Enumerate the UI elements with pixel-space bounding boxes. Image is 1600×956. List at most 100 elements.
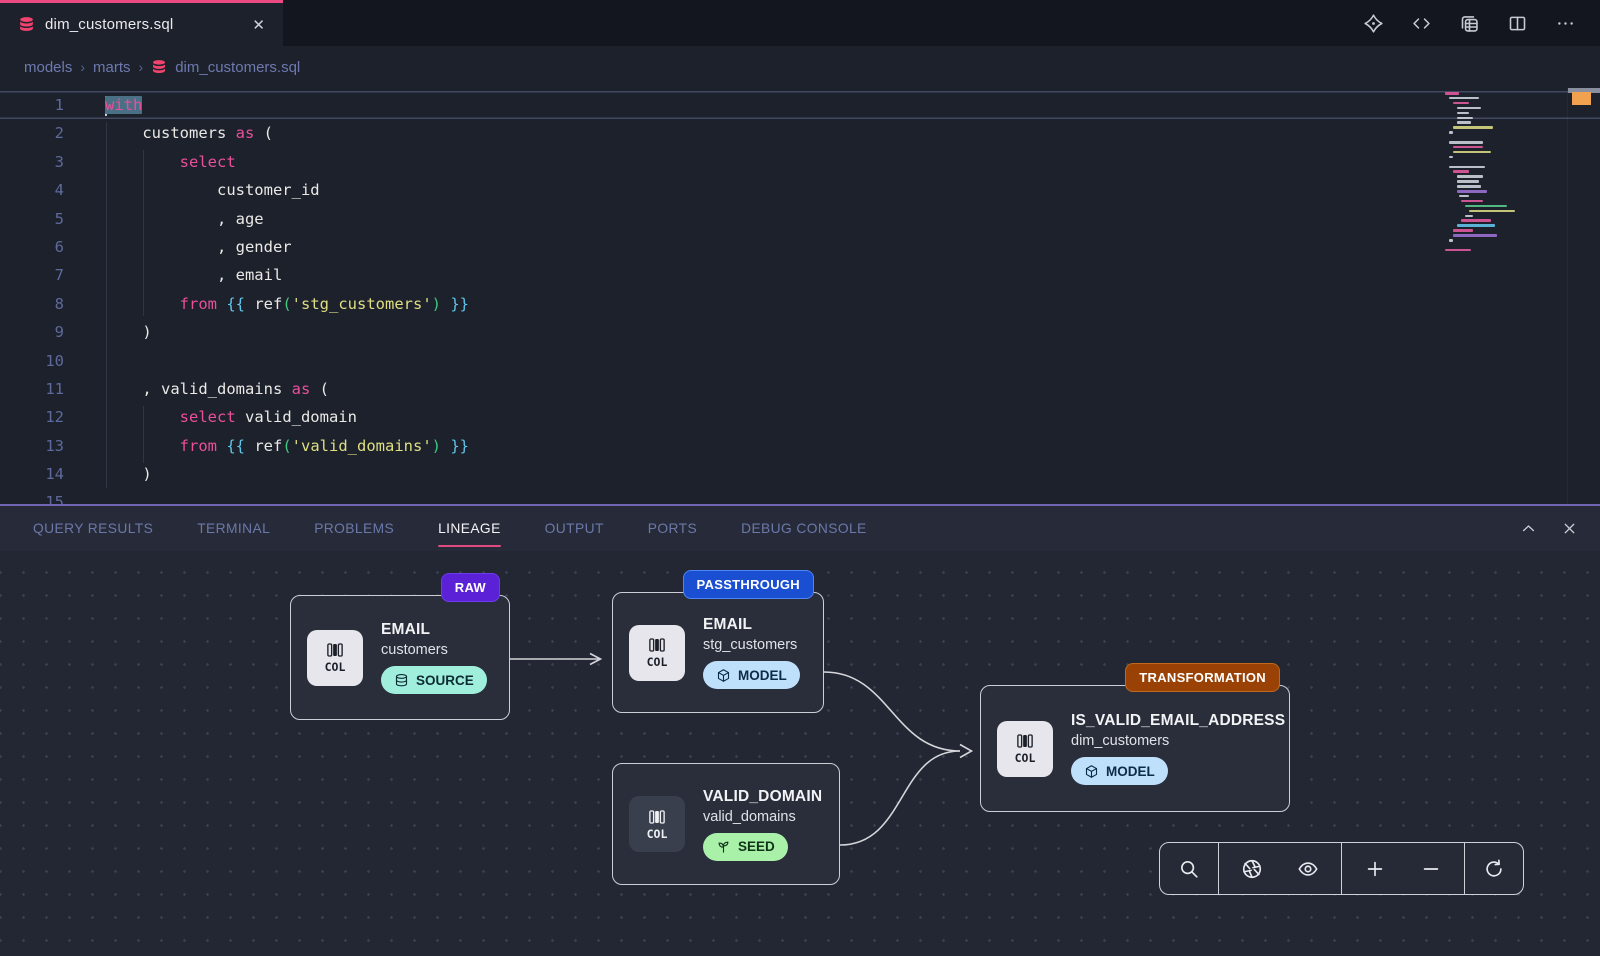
ruler-selection-marker <box>1572 92 1591 105</box>
code-line[interactable]: 10 <box>0 347 1600 375</box>
col-icon <box>1015 732 1035 750</box>
code-text: select <box>64 148 236 176</box>
editor-tab-dim-customers[interactable]: dim_customers.sql ✕ <box>0 0 283 46</box>
column-icon: COL <box>307 630 363 686</box>
code-text: with <box>64 91 142 119</box>
lineage-status-badge: TRANSFORMATION <box>1125 663 1280 692</box>
tab-title: dim_customers.sql <box>45 16 238 33</box>
lineage-canvas[interactable]: RAWCOLEMAILcustomersSOURCEPASSTHROUGHCOL… <box>0 551 1600 956</box>
code-text: customers as ( <box>64 119 273 147</box>
panel-tab-debug-console[interactable]: DEBUG CONSOLE <box>741 517 867 540</box>
panel-tab-ports[interactable]: PORTS <box>648 517 697 540</box>
minimap[interactable] <box>1445 92 1545 262</box>
query-results-icon[interactable] <box>1459 13 1480 34</box>
code-line[interactable]: 11 , valid_domains as ( <box>0 375 1600 403</box>
zoom-in-icon <box>1364 858 1386 880</box>
zoom-in-button[interactable] <box>1353 843 1397 894</box>
code-editor[interactable]: 1with2 customers as (3 select4 customer_… <box>0 88 1600 504</box>
model-name: dim_customers <box>1071 733 1285 749</box>
code-line[interactable]: 12 select valid_domain <box>0 403 1600 431</box>
lineage-status-badge: RAW <box>441 573 500 602</box>
lineage-node-dim_customers[interactable]: TRANSFORMATIONCOLIS_VALID_EMAIL_ADDRESSd… <box>980 685 1290 812</box>
breadcrumb-file[interactable]: dim_customers.sql <box>175 59 300 76</box>
zoom-out-button[interactable] <box>1409 843 1453 894</box>
code-line[interactable]: 7 , email <box>0 261 1600 289</box>
code-text: ) <box>64 460 152 488</box>
breadcrumb-marts[interactable]: marts <box>93 59 131 76</box>
line-number: 12 <box>0 403 64 431</box>
tab-bar: dim_customers.sql ✕ <box>0 0 1600 46</box>
search-button[interactable] <box>1167 843 1211 894</box>
line-number: 9 <box>0 318 64 346</box>
code-line[interactable]: 15 <box>0 488 1600 504</box>
lineage-node-valid_domains[interactable]: COLVALID_DOMAINvalid_domainsSEED <box>612 763 840 885</box>
code-line[interactable]: 2 customers as ( <box>0 119 1600 147</box>
database-icon <box>394 673 409 688</box>
code-line[interactable]: 14 ) <box>0 460 1600 488</box>
line-number: 1 <box>0 91 64 119</box>
overview-ruler[interactable] <box>1567 88 1600 504</box>
indent-guide <box>143 406 144 463</box>
aperture-button[interactable] <box>1230 843 1274 894</box>
editor: models › marts › dim_customers.sql 1with… <box>0 46 1600 504</box>
code-line[interactable]: 9 ) <box>0 318 1600 346</box>
indent-guide <box>143 150 144 316</box>
toolbar-group <box>1218 843 1341 894</box>
panel-tab-problems[interactable]: PROBLEMS <box>314 517 394 540</box>
node-type-badge: SOURCE <box>381 666 487 694</box>
code-text: customer_id <box>64 176 320 204</box>
panel-tab-query-results[interactable]: QUERY RESULTS <box>33 517 153 540</box>
refresh-button[interactable] <box>1472 843 1516 894</box>
toolbar-group <box>1341 843 1464 894</box>
split-editor-icon[interactable] <box>1507 13 1528 34</box>
col-icon <box>647 808 667 826</box>
column-name: IS_VALID_EMAIL_ADDRESS <box>1071 712 1285 730</box>
column-name: EMAIL <box>703 616 800 634</box>
toolbar-group <box>1160 843 1218 894</box>
cube-icon <box>1084 764 1099 779</box>
code-icon[interactable] <box>1411 13 1432 34</box>
panel-tab-terminal[interactable]: TERMINAL <box>197 517 270 540</box>
dbt-icon[interactable] <box>1363 13 1384 34</box>
column-icon: COL <box>629 796 685 852</box>
tab-close-icon[interactable]: ✕ <box>248 14 269 36</box>
code-line[interactable]: 8 from {{ ref('stg_customers') }} <box>0 290 1600 318</box>
more-actions-icon[interactable] <box>1555 13 1576 34</box>
line-number: 2 <box>0 119 64 147</box>
code-line[interactable]: 6 , gender <box>0 233 1600 261</box>
panel-action-bar <box>1520 520 1600 537</box>
code-text: , gender <box>64 233 292 261</box>
toolbar-group <box>1464 843 1523 894</box>
col-icon <box>325 641 345 659</box>
code-line[interactable]: 13 from {{ ref('valid_domains') }} <box>0 432 1600 460</box>
panel-tab-lineage[interactable]: LINEAGE <box>438 517 501 540</box>
code-text <box>64 488 105 504</box>
panel-tabs: QUERY RESULTS TERMINAL PROBLEMS LINEAGE OUTP… <box>33 517 867 540</box>
model-name: valid_domains <box>703 809 822 825</box>
seedling-icon <box>716 839 731 854</box>
panel-header: QUERY RESULTS TERMINAL PROBLEMS LINEAGE OUTP… <box>0 506 1600 551</box>
code-line[interactable]: 5 , age <box>0 205 1600 233</box>
line-number: 8 <box>0 290 64 318</box>
line-number: 3 <box>0 148 64 176</box>
close-icon[interactable] <box>1561 520 1578 537</box>
breadcrumb-models[interactable]: models <box>24 59 72 76</box>
panel-tab-output[interactable]: OUTPUT <box>545 517 604 540</box>
code-line[interactable]: 3 select <box>0 148 1600 176</box>
collapse-icon[interactable] <box>1520 520 1537 537</box>
lineage-node-stg_customers[interactable]: PASSTHROUGHCOLEMAILstg_customersMODEL <box>612 592 824 713</box>
search-icon <box>1178 858 1200 880</box>
line-number: 13 <box>0 432 64 460</box>
col-icon <box>647 636 667 654</box>
lineage-node-customers[interactable]: RAWCOLEMAILcustomersSOURCE <box>290 595 510 720</box>
code-line[interactable]: 1with <box>0 91 1600 119</box>
node-type-badge: MODEL <box>703 661 800 689</box>
code-line[interactable]: 4 customer_id <box>0 176 1600 204</box>
line-number: 15 <box>0 488 64 504</box>
code-text: from {{ ref('stg_customers') }} <box>64 290 469 318</box>
column-name: EMAIL <box>381 621 487 639</box>
eye-button[interactable] <box>1286 843 1330 894</box>
code-text: ) <box>64 318 152 346</box>
editor-action-bar <box>1363 0 1600 46</box>
code-text <box>64 347 105 375</box>
